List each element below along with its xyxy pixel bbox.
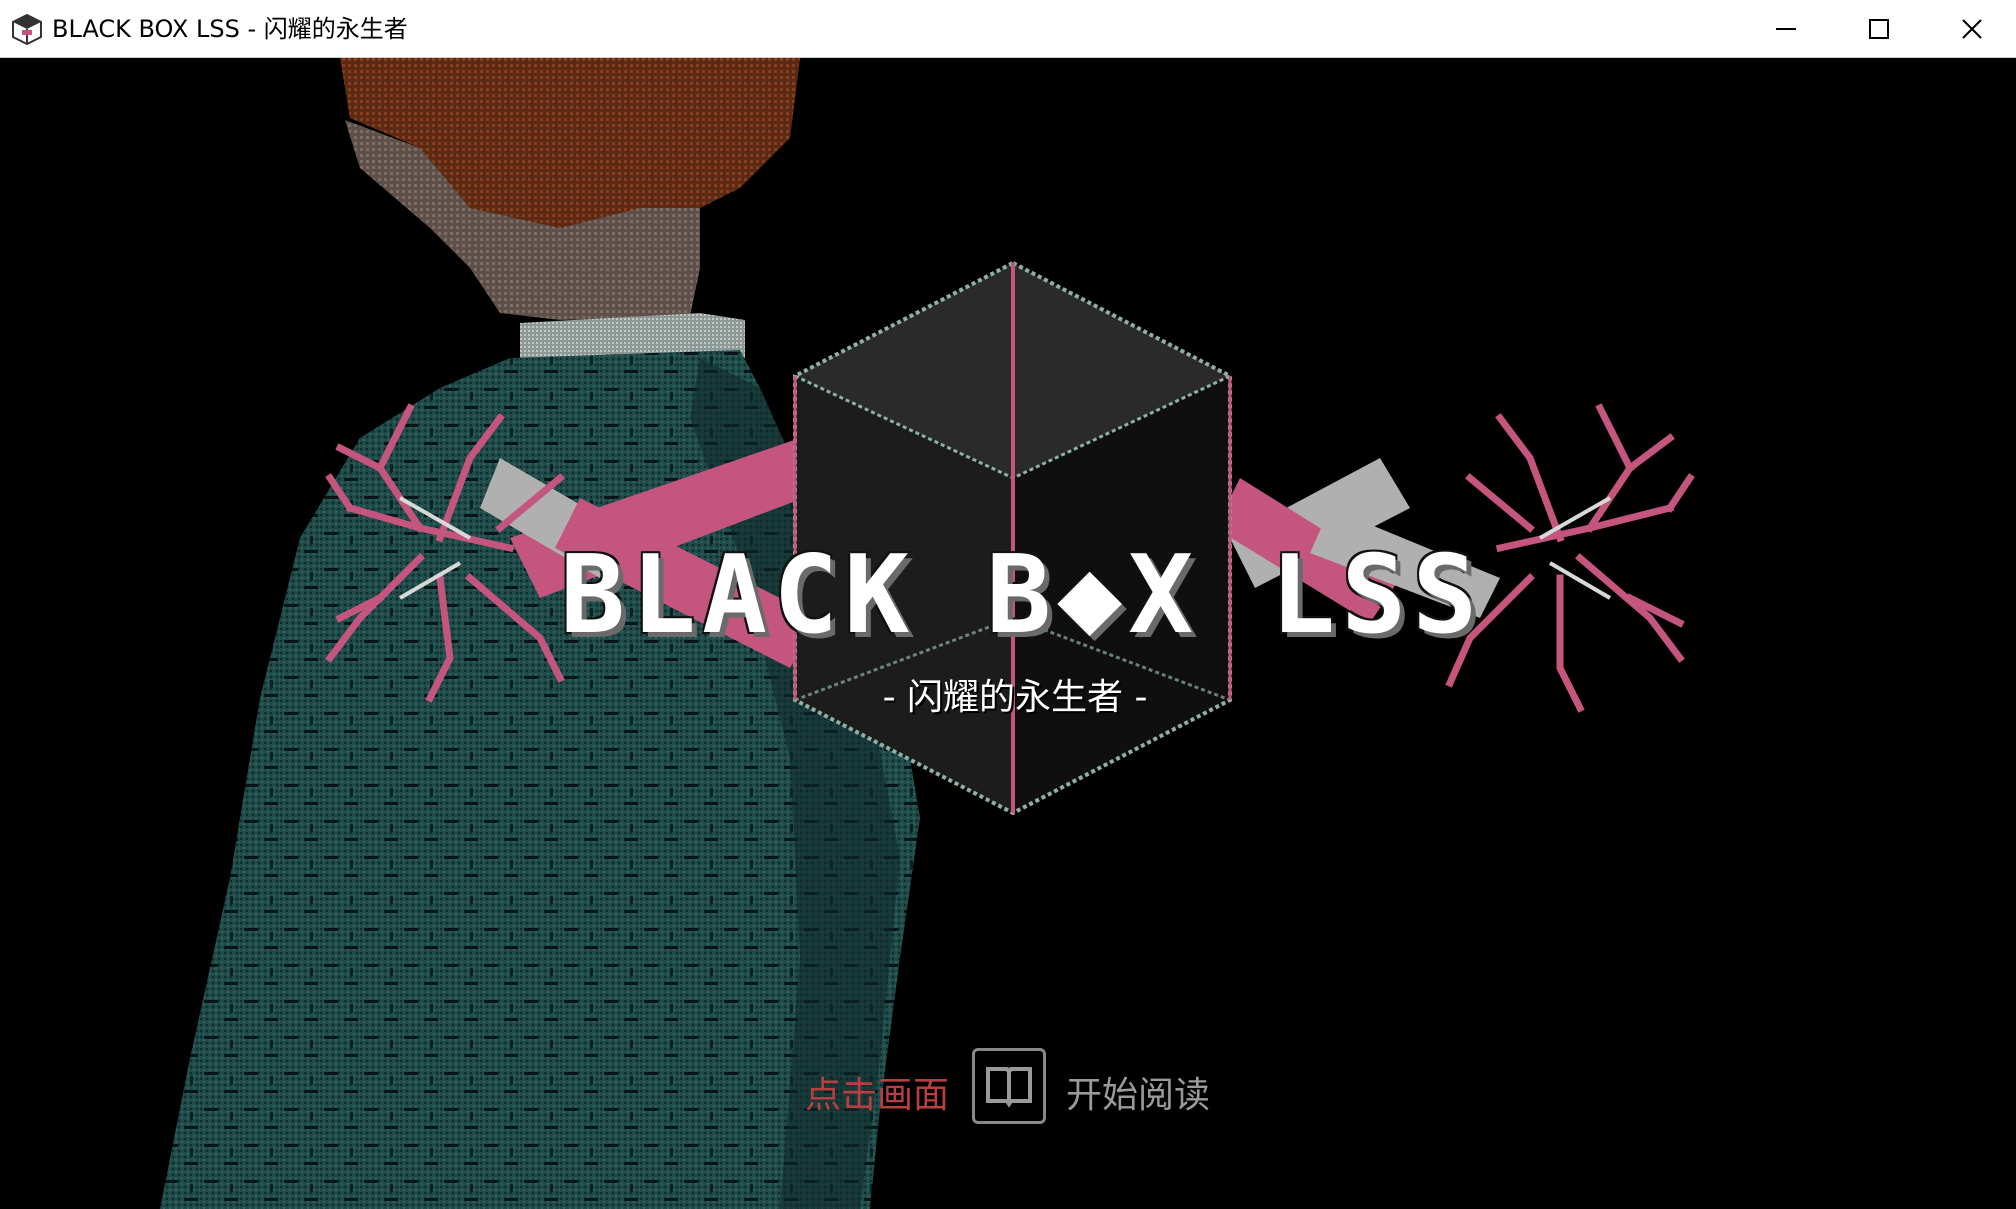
window-titlebar[interactable]: BLACK BOX LSS - 闪耀的永生者 (0, 0, 2016, 58)
book-icon (986, 1067, 1032, 1108)
maximize-button[interactable] (1833, 0, 1925, 58)
close-button[interactable] (1926, 0, 2016, 58)
game-cube-icon (10, 13, 44, 46)
game-logo-subtitle: - 闪耀的永生者 - (882, 677, 1148, 718)
game-logo-title: BLACK B◆X LSS (560, 533, 1484, 658)
tap-screen-label: 点击画面 (805, 1075, 950, 1116)
start-reading-label: 开始阅读 (1066, 1075, 1211, 1116)
maximize-icon (1869, 19, 1889, 39)
minimize-button[interactable] (1740, 0, 1832, 58)
start-reading-button[interactable] (972, 1048, 1046, 1124)
right-wing-branches (1445, 403, 1695, 713)
window-title: BLACK BOX LSS - 闪耀的永生者 (52, 15, 408, 43)
minimize-icon (1776, 28, 1796, 30)
close-icon (1962, 19, 1982, 39)
game-screen[interactable]: BLACK B◆X LSS - 闪耀的永生者 - 点击画面 开始阅读 (0, 58, 2016, 1209)
